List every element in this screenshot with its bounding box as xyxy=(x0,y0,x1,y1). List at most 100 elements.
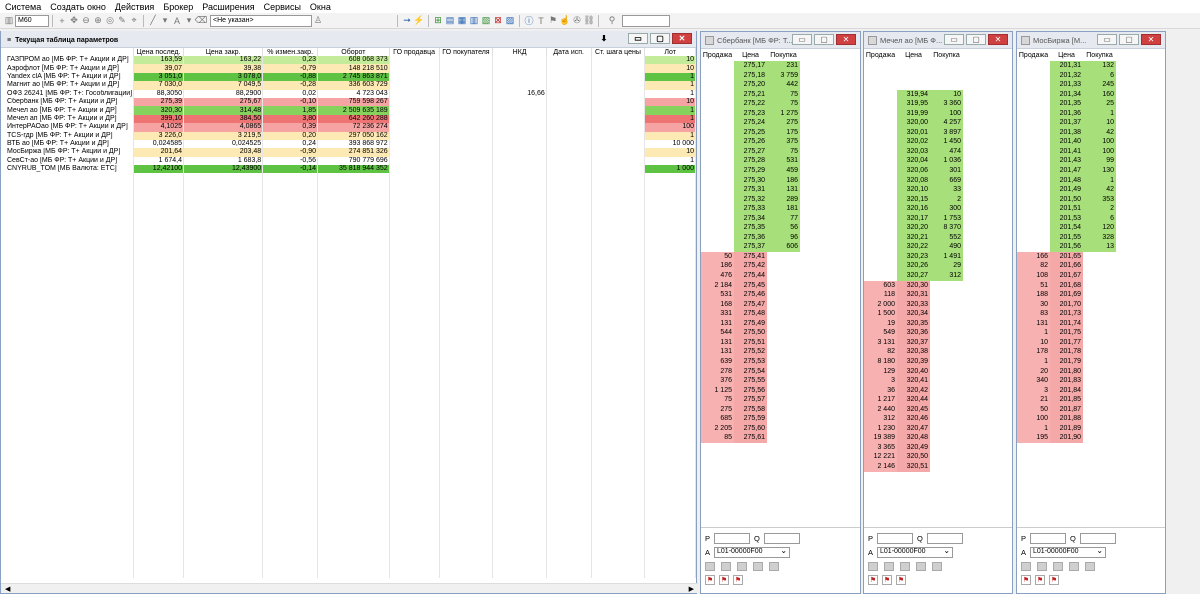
window-menu-icon[interactable]: ≡ xyxy=(7,37,11,44)
orderbook-offer-row[interactable]: 320,21 552 xyxy=(864,232,1012,243)
sell-market-button[interactable] xyxy=(916,561,926,571)
table-row[interactable]: Мечел ап [МБ ФР: Т+ Акции и ДР] 399,10 384… xyxy=(1,114,696,124)
orderbook-bid-row[interactable]: 3 365 320,49 xyxy=(864,442,1012,453)
orderbook-offer-row[interactable]: 201,48 1 xyxy=(1017,175,1165,186)
orderbook-offer-row[interactable]: 201,50 353 xyxy=(1017,194,1165,205)
orderbook-offer-row[interactable]: 275,24 275 xyxy=(701,118,860,128)
orderbook-offer-row[interactable]: 275,17 231 xyxy=(701,61,860,71)
account-select[interactable]: <Не указан> xyxy=(210,14,312,27)
qty-input[interactable] xyxy=(926,532,963,544)
eraser-icon[interactable]: ⌫ xyxy=(195,15,208,26)
orderbook-bid-row[interactable]: 178 201,78 xyxy=(1017,347,1165,357)
orderbook-bid-row[interactable]: 82 201,66 xyxy=(1017,261,1165,272)
orderbook-offer-row[interactable]: 320,26 29 xyxy=(864,261,1012,272)
close-button[interactable]: ✕ xyxy=(1141,34,1161,45)
orderbook-bid-row[interactable]: 376 275,55 xyxy=(701,376,860,386)
table-row[interactable]: ОФЗ 26241 [МБ ФР: Т+: Гособлигации] 88,30… xyxy=(1,89,696,98)
column-header[interactable]: Цена послед. xyxy=(133,48,184,56)
orderbook-offer-row[interactable]: 201,40 100 xyxy=(1017,137,1165,147)
orderbook-offer-row[interactable]: 319,94 10 xyxy=(864,89,1012,100)
buy-market-button[interactable] xyxy=(1053,561,1063,571)
chart-window-icon[interactable]: ▦ xyxy=(457,15,467,26)
orderbook-offer-row[interactable]: 201,33 245 xyxy=(1017,80,1165,90)
orderbook-bid-row[interactable]: 1 500 320,34 xyxy=(864,309,1012,319)
target-icon[interactable]: ◎ xyxy=(105,15,115,26)
buy-market-button[interactable] xyxy=(900,561,910,571)
orderbook-bid-row[interactable]: 278 275,54 xyxy=(701,366,860,377)
arrow-right-icon[interactable]: ➞ xyxy=(402,15,412,26)
sell-button[interactable] xyxy=(1037,561,1047,571)
orderbook-bid-row[interactable]: 2 184 275,45 xyxy=(701,280,860,291)
buy-market-button[interactable] xyxy=(737,561,747,571)
orderbook-offer-row[interactable]: 320,20 8 370 xyxy=(864,223,1012,233)
orderbook-offer-row[interactable]: 275,37 606 xyxy=(701,242,860,252)
orderbook-bid-row[interactable]: 51 201,68 xyxy=(1017,280,1165,291)
orderbook-bid-row[interactable]: 331 275,48 xyxy=(701,309,860,319)
orderbook-offer-row[interactable]: 201,37 10 xyxy=(1017,118,1165,128)
column-header[interactable]: НКД xyxy=(492,48,547,56)
column-header[interactable]: Ст. шага цены xyxy=(591,48,646,56)
buy-button[interactable] xyxy=(705,561,715,571)
orderbook-bid-row[interactable]: 129 320,40 xyxy=(864,366,1012,377)
orderbook-offer-row[interactable]: 201,47 130 xyxy=(1017,166,1165,176)
orderbook-offer-row[interactable]: 201,55 328 xyxy=(1017,232,1165,243)
orderbook-bid-row[interactable]: 83 201,73 xyxy=(1017,309,1165,319)
orderbook-offer-row[interactable]: 275,20 442 xyxy=(701,80,860,90)
orderbook-bid-row[interactable]: 118 320,31 xyxy=(864,290,1012,300)
orderbook-offer-row[interactable]: 275,26 375 xyxy=(701,137,860,147)
orderbook-offer-row[interactable]: 275,27 75 xyxy=(701,146,860,157)
take-profit-icon[interactable]: ⚑ xyxy=(882,575,892,585)
menu-item[interactable]: Создать окно xyxy=(50,2,106,12)
close-button[interactable]: ✕ xyxy=(672,33,692,44)
orderbook-bid-row[interactable]: 3 201,84 xyxy=(1017,385,1165,396)
orderbook-offer-row[interactable]: 320,27 312 xyxy=(864,271,1012,281)
table-row[interactable]: CNYRUB_TOM [МБ Валюта: ETC] 12,42100 12,43… xyxy=(1,165,696,174)
orderbook-offer-row[interactable]: 201,54 120 xyxy=(1017,223,1165,233)
minimize-button[interactable]: ▭ xyxy=(1097,34,1117,45)
orderbook-offer-row[interactable]: 275,35 56 xyxy=(701,223,860,233)
orderbook-icon[interactable]: ▥ xyxy=(469,15,479,26)
order-icon[interactable]: ⚡ xyxy=(413,15,424,26)
zoom-out-icon[interactable]: ⊖ xyxy=(81,15,91,26)
orderbook-bid-row[interactable]: 30 201,70 xyxy=(1017,299,1165,310)
client-code-select[interactable]: L01-00000F00 xyxy=(714,546,791,558)
orderbook-bid-row[interactable]: 188 201,69 xyxy=(1017,290,1165,300)
orderbook-offer-row[interactable]: 320,17 1 753 xyxy=(864,213,1012,224)
column-header[interactable]: Лот xyxy=(644,48,696,56)
move-icon[interactable]: ✥ xyxy=(69,15,79,26)
scroll-right-icon[interactable]: ▶ xyxy=(689,585,694,593)
price-input[interactable] xyxy=(877,532,914,544)
orderbook-bid-row[interactable]: 108 201,67 xyxy=(1017,271,1165,281)
maximize-button[interactable]: ▢ xyxy=(814,34,834,45)
orderbook-bid-row[interactable]: 1 201,79 xyxy=(1017,356,1165,367)
orderbook-offer-row[interactable]: 275,18 3 759 xyxy=(701,70,860,81)
orderbook-offer-row[interactable]: 201,31 132 xyxy=(1017,61,1165,71)
table-row[interactable]: TCS-гдр [МБ ФР: Т+ Акции и ДР] 3 226,0 3 2… xyxy=(1,131,696,140)
orderbook-offer-row[interactable]: 319,99 100 xyxy=(864,108,1012,119)
download-icon[interactable]: ⬇ xyxy=(594,33,614,44)
column-header[interactable]: ГО покупателя xyxy=(439,48,494,56)
orderbook-offer-row[interactable]: 275,22 75 xyxy=(701,99,860,109)
orderbook-offer-row[interactable]: 320,06 301 xyxy=(864,166,1012,176)
orderbook-offer-row[interactable]: 320,16 300 xyxy=(864,204,1012,214)
menu-item[interactable]: Действия xyxy=(115,2,154,12)
orderbook-offer-row[interactable]: 275,32 289 xyxy=(701,194,860,205)
maximize-button[interactable]: ▢ xyxy=(650,33,670,44)
badge-icon[interactable]: ✇ xyxy=(572,15,582,26)
table-row[interactable]: Аэрофлот [МБ ФР: Т+ Акции и ДР] 39,07 39,3… xyxy=(1,64,696,73)
stop-order-icon[interactable]: ⚑ xyxy=(868,575,878,585)
orderbook-offer-row[interactable]: 275,33 181 xyxy=(701,204,860,214)
orderbook-bid-row[interactable]: 544 275,50 xyxy=(701,328,860,338)
stop-icon[interactable]: ⊠ xyxy=(493,15,503,26)
line-tool-icon[interactable]: ╱ xyxy=(148,15,158,26)
cancel-orders-button[interactable] xyxy=(932,561,942,571)
orderbook-offer-row[interactable]: 320,10 33 xyxy=(864,185,1012,195)
orderbook-bid-row[interactable]: 1 217 320,44 xyxy=(864,395,1012,405)
flag-icon[interactable]: ⚑ xyxy=(548,15,558,26)
scroll-left-icon[interactable]: ◀ xyxy=(5,585,10,593)
orderbook-offer-row[interactable]: 320,04 1 036 xyxy=(864,156,1012,167)
text-icon[interactable]: T xyxy=(536,15,546,26)
add-window-icon[interactable]: ⊞ xyxy=(433,15,443,26)
orderbook-bid-row[interactable]: 3 131 320,37 xyxy=(864,337,1012,348)
client-code-select[interactable]: L01-00000F00 xyxy=(1030,546,1107,558)
